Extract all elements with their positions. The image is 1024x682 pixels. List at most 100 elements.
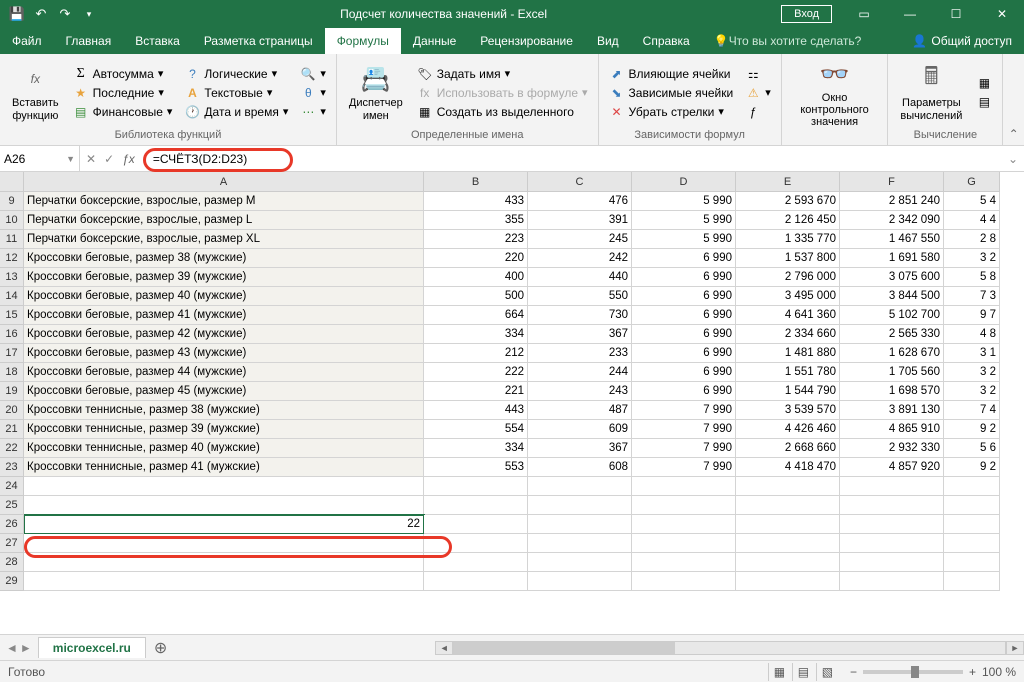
row-header[interactable]: 13: [0, 268, 24, 287]
cell[interactable]: 22: [24, 515, 424, 534]
cell[interactable]: 4 418 470: [736, 458, 840, 477]
cell[interactable]: [736, 553, 840, 572]
tab-data[interactable]: Данные: [401, 28, 468, 54]
cell[interactable]: 3 1: [944, 344, 1000, 363]
cell[interactable]: Перчатки боксерские, взрослые, размер L: [24, 211, 424, 230]
cell[interactable]: 3 075 600: [840, 268, 944, 287]
cell[interactable]: Перчатки боксерские, взрослые, размер M: [24, 192, 424, 211]
cell[interactable]: [944, 572, 1000, 591]
cell[interactable]: 2 851 240: [840, 192, 944, 211]
financial-button[interactable]: ▤Финансовые ▾: [69, 103, 177, 121]
cell[interactable]: 553: [424, 458, 528, 477]
cell[interactable]: 3 844 500: [840, 287, 944, 306]
cell[interactable]: 4 8: [944, 325, 1000, 344]
cell[interactable]: 6 990: [632, 344, 736, 363]
cell[interactable]: 6 990: [632, 249, 736, 268]
cell[interactable]: 433: [424, 192, 528, 211]
tellme[interactable]: 💡 Что вы хотите сделать?: [702, 28, 874, 54]
cell[interactable]: 9 2: [944, 458, 1000, 477]
cell[interactable]: Кроссовки беговые, размер 44 (мужские): [24, 363, 424, 382]
row-header[interactable]: 19: [0, 382, 24, 401]
zoom-level[interactable]: 100 %: [982, 665, 1016, 679]
undo-icon[interactable]: ↶: [30, 3, 52, 25]
row-header[interactable]: 20: [0, 401, 24, 420]
cell[interactable]: [840, 477, 944, 496]
row-header[interactable]: 21: [0, 420, 24, 439]
cell[interactable]: 5 990: [632, 211, 736, 230]
accept-formula-icon[interactable]: ✓: [104, 152, 114, 166]
cell[interactable]: 4 4: [944, 211, 1000, 230]
cell[interactable]: 7 4: [944, 401, 1000, 420]
calc-options-button[interactable]: 🖩 Параметры вычислений: [894, 56, 968, 129]
cell[interactable]: 212: [424, 344, 528, 363]
cell[interactable]: 7 990: [632, 439, 736, 458]
cell[interactable]: 500: [424, 287, 528, 306]
cell[interactable]: [528, 553, 632, 572]
cell[interactable]: [736, 496, 840, 515]
col-header-A[interactable]: A: [24, 172, 424, 192]
cell[interactable]: 608: [528, 458, 632, 477]
cell[interactable]: 4 865 910: [840, 420, 944, 439]
zoom-in-icon[interactable]: +: [969, 665, 976, 679]
collapse-ribbon-icon[interactable]: ⌃: [1003, 54, 1024, 145]
cell[interactable]: 5 990: [632, 192, 736, 211]
cell[interactable]: 2 593 670: [736, 192, 840, 211]
formula-bar-input[interactable]: [149, 150, 1002, 168]
cell[interactable]: 367: [528, 325, 632, 344]
cell[interactable]: 2 796 000: [736, 268, 840, 287]
row-header[interactable]: 24: [0, 477, 24, 496]
cell[interactable]: Кроссовки беговые, размер 43 (мужские): [24, 344, 424, 363]
cell[interactable]: 245: [528, 230, 632, 249]
more-button[interactable]: ⋯▾: [296, 103, 330, 121]
cell[interactable]: 2 342 090: [840, 211, 944, 230]
row-header[interactable]: 23: [0, 458, 24, 477]
cell[interactable]: [944, 553, 1000, 572]
add-sheet-icon[interactable]: ⊕: [146, 638, 175, 658]
select-all-corner[interactable]: [0, 172, 24, 192]
cell[interactable]: 244: [528, 363, 632, 382]
tab-file[interactable]: Файл: [0, 28, 54, 54]
row-header[interactable]: 28: [0, 553, 24, 572]
use-formula-button[interactable]: fxИспользовать в формуле ▾: [413, 84, 592, 102]
tab-layout[interactable]: Разметка страницы: [192, 28, 325, 54]
cell[interactable]: 220: [424, 249, 528, 268]
logical-button[interactable]: ?Логические ▾: [180, 65, 292, 83]
cell[interactable]: 1 551 780: [736, 363, 840, 382]
row-header[interactable]: 10: [0, 211, 24, 230]
cell[interactable]: 1 467 550: [840, 230, 944, 249]
cell[interactable]: 6 990: [632, 363, 736, 382]
cell[interactable]: 3 2: [944, 249, 1000, 268]
trace-dependents-button[interactable]: ⬊Зависимые ячейки: [605, 84, 738, 102]
cell[interactable]: [528, 496, 632, 515]
cell[interactable]: [840, 534, 944, 553]
cell[interactable]: 6 990: [632, 382, 736, 401]
cell[interactable]: 609: [528, 420, 632, 439]
cell[interactable]: 3 539 570: [736, 401, 840, 420]
cell[interactable]: 5 102 700: [840, 306, 944, 325]
cell[interactable]: 2 932 330: [840, 439, 944, 458]
tab-insert[interactable]: Вставка: [123, 28, 192, 54]
cell[interactable]: Кроссовки беговые, размер 42 (мужские): [24, 325, 424, 344]
cell[interactable]: 367: [528, 439, 632, 458]
row-header[interactable]: 12: [0, 249, 24, 268]
cell[interactable]: 1 544 790: [736, 382, 840, 401]
save-icon[interactable]: 💾: [6, 3, 28, 25]
cell[interactable]: [632, 515, 736, 534]
cell[interactable]: 242: [528, 249, 632, 268]
cell[interactable]: Кроссовки беговые, размер 41 (мужские): [24, 306, 424, 325]
cell[interactable]: 355: [424, 211, 528, 230]
cell[interactable]: [944, 496, 1000, 515]
cell[interactable]: [840, 496, 944, 515]
cell[interactable]: [944, 515, 1000, 534]
cell[interactable]: 1 698 570: [840, 382, 944, 401]
cell[interactable]: 5 6: [944, 439, 1000, 458]
cell[interactable]: 4 426 460: [736, 420, 840, 439]
hscroll-thumb[interactable]: [454, 642, 674, 654]
cell[interactable]: 5 990: [632, 230, 736, 249]
cell[interactable]: Кроссовки беговые, размер 38 (мужские): [24, 249, 424, 268]
cell[interactable]: 7 990: [632, 401, 736, 420]
cell[interactable]: [528, 572, 632, 591]
define-name-button[interactable]: 🏷Задать имя ▾: [413, 65, 592, 83]
cell[interactable]: 1 537 800: [736, 249, 840, 268]
cell[interactable]: 487: [528, 401, 632, 420]
